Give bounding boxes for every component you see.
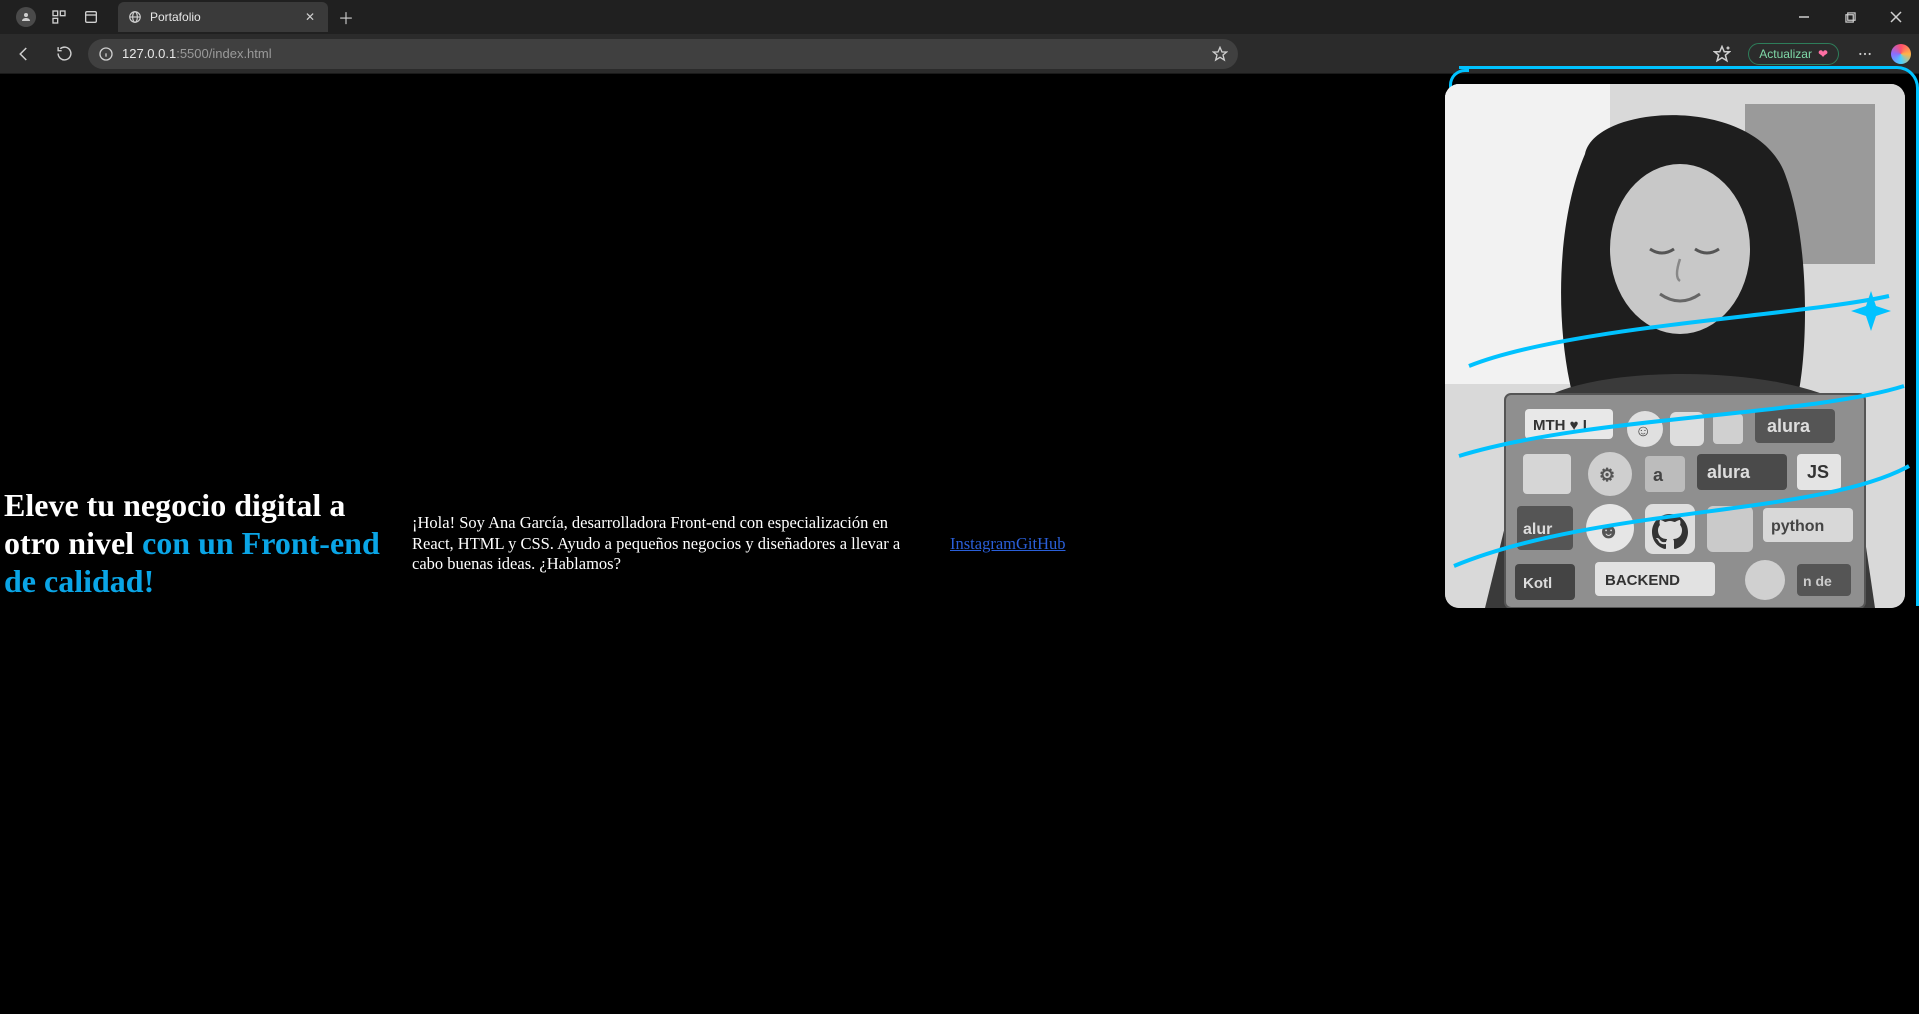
intro-paragraph: ¡Hola! Soy Ana García, desarrolladora Fr… xyxy=(412,513,922,575)
favorites-icon[interactable] xyxy=(1706,38,1738,70)
new-tab-button[interactable]: ＋ xyxy=(332,3,360,31)
svg-text:python: python xyxy=(1771,518,1824,535)
svg-text:alur: alur xyxy=(1523,521,1552,538)
back-button[interactable] xyxy=(8,38,40,70)
svg-text:☻: ☻ xyxy=(1597,518,1620,543)
svg-text:BACKEND: BACKEND xyxy=(1605,572,1680,589)
svg-text:⚙: ⚙ xyxy=(1599,465,1615,485)
svg-text:n de: n de xyxy=(1803,573,1832,589)
maximize-button[interactable] xyxy=(1827,0,1873,34)
browser-tab[interactable]: Portafolio ✕ xyxy=(118,2,328,32)
headline: Eleve tu negocio digital a otro nivel co… xyxy=(4,487,384,600)
instagram-link[interactable]: Instagram xyxy=(950,534,1016,553)
url-text: 127.0.0.1:5500/index.html xyxy=(122,46,1204,61)
menu-button[interactable] xyxy=(1849,38,1881,70)
close-window-button[interactable] xyxy=(1873,0,1919,34)
page-body: Eleve tu negocio digital a otro nivel co… xyxy=(0,74,1919,1014)
favorite-icon[interactable] xyxy=(1212,46,1228,62)
site-info-icon[interactable] xyxy=(98,46,114,62)
window-controls xyxy=(1781,0,1919,34)
titlebar-left-controls xyxy=(6,7,110,27)
tab-strip: Portafolio ✕ ＋ xyxy=(0,0,1919,34)
minimize-button[interactable] xyxy=(1781,0,1827,34)
svg-text:Kotl: Kotl xyxy=(1523,575,1552,592)
url-path: :5500/index.html xyxy=(176,46,271,61)
hero-image: MTH ♥ I ☺ alura ⚙ a alura JS alur ☻ xyxy=(1445,84,1905,608)
workspaces-icon[interactable] xyxy=(50,8,68,26)
heart-icon: ❤ xyxy=(1818,47,1828,61)
browser-chrome: Portafolio ✕ ＋ 1 xyxy=(0,0,1919,74)
svg-text:MTH ♥ I: MTH ♥ I xyxy=(1533,417,1587,434)
svg-text:☺: ☺ xyxy=(1635,423,1651,440)
spark-icon xyxy=(1851,291,1891,331)
toolbar-right: Actualizar ❤ xyxy=(1706,38,1911,70)
svg-text:JS: JS xyxy=(1807,462,1829,482)
url-host: 127.0.0.1 xyxy=(122,46,176,61)
profile-icon[interactable] xyxy=(16,7,36,27)
refresh-pill-label: Actualizar xyxy=(1759,47,1812,61)
svg-text:a: a xyxy=(1653,465,1664,485)
address-bar[interactable]: 127.0.0.1:5500/index.html xyxy=(88,39,1238,69)
viewport: Eleve tu negocio digital a otro nivel co… xyxy=(0,74,1919,1014)
hero-image-container: MTH ♥ I ☺ alura ⚙ a alura JS alur ☻ xyxy=(1449,66,1919,616)
tab-actions-icon[interactable] xyxy=(82,8,100,26)
svg-text:alura: alura xyxy=(1767,416,1811,436)
close-tab-button[interactable]: ✕ xyxy=(302,9,318,25)
globe-icon xyxy=(128,10,142,24)
tab-title: Portafolio xyxy=(150,10,201,24)
refresh-pill[interactable]: Actualizar ❤ xyxy=(1748,43,1839,65)
social-links: InstagramGitHub xyxy=(950,534,1065,554)
refresh-button[interactable] xyxy=(48,38,80,70)
copilot-icon[interactable] xyxy=(1891,44,1911,64)
svg-text:alura: alura xyxy=(1707,462,1751,482)
github-link[interactable]: GitHub xyxy=(1016,534,1066,553)
